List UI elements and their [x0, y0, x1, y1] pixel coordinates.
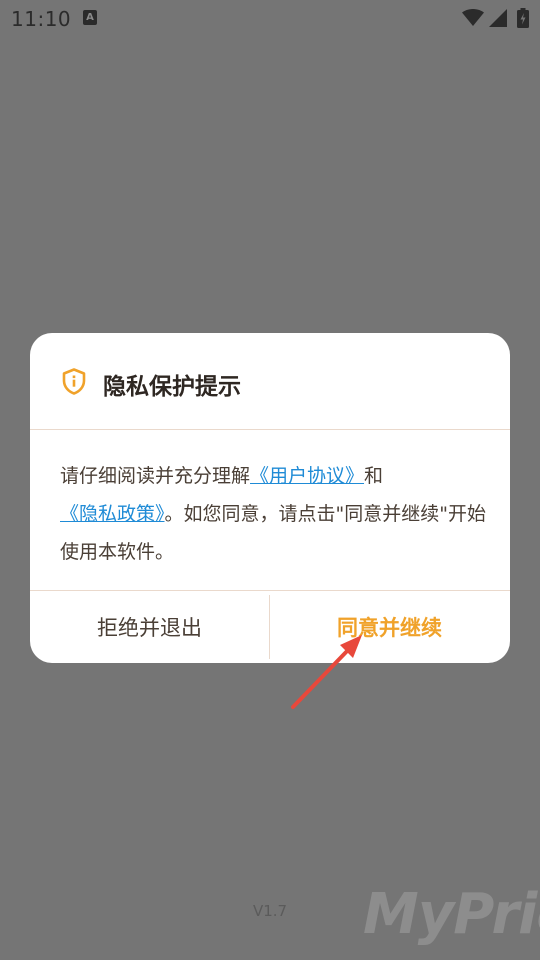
privacy-policy-link[interactable]: 《隐私政策》	[60, 503, 165, 525]
watermark-logo: MyPrice	[363, 882, 540, 947]
arrow-annotation	[291, 635, 362, 709]
user-agreement-link[interactable]: 《用户协议》	[250, 465, 364, 487]
privacy-dialog: 隐私保护提示 请仔细阅读并充分理解《用户协议》和 《隐私政策》。如您同意，请点击"…	[30, 333, 510, 663]
signal-icon	[489, 9, 507, 27]
battery-icon	[517, 8, 529, 28]
dialog-title: 隐私保护提示	[103, 374, 241, 400]
wifi-icon	[462, 9, 484, 26]
header-divider	[30, 429, 510, 430]
shield-icon	[62, 368, 86, 395]
dialog-header: 隐私保护提示	[30, 333, 510, 429]
message-intro: 请仔细阅读并充分理解	[60, 465, 251, 487]
dialog-message: 请仔细阅读并充分理解《用户协议》和 《隐私政策》。如您同意，请点击"同意并继续"开…	[60, 457, 490, 571]
status-bar: 11:10 A	[0, 0, 540, 36]
reject-and-exit-button[interactable]: 拒绝并退出	[30, 591, 269, 663]
notification-a-icon: A	[83, 10, 97, 25]
message-and: 和	[364, 465, 384, 487]
status-time: 11:10	[11, 7, 72, 31]
